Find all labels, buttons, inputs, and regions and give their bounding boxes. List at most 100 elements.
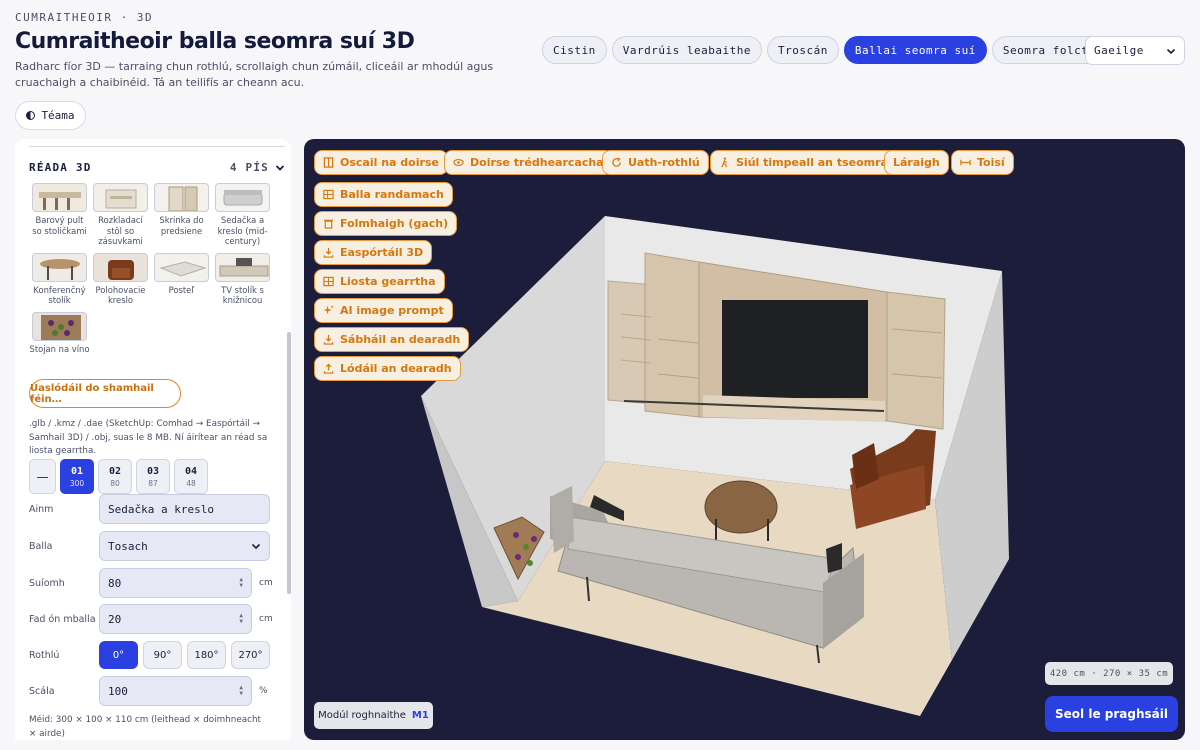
cut-list-button[interactable]: Liosta gearrtha xyxy=(314,269,445,294)
wall-distance-input[interactable]: 20 ▲ ▼ xyxy=(99,604,252,634)
walk-around-label: Siúl timpeall an tseomra xyxy=(736,156,888,169)
table-thumbnail xyxy=(93,183,148,212)
upload-icon xyxy=(323,363,334,374)
ai-prompt-button[interactable]: AI image prompt xyxy=(314,298,453,323)
auto-rotate-label: Uath-rothlú xyxy=(628,156,700,169)
trash-icon xyxy=(323,219,334,229)
wall-distance-unit: cm xyxy=(259,614,273,624)
grid-icon xyxy=(323,276,334,287)
position-row: Suíomh 80 ▲ ▼ cm xyxy=(29,568,279,598)
catalog-grid: Barový pult so stoličkami Rozkladací stô… xyxy=(29,183,273,354)
module-number: 02 xyxy=(108,465,122,477)
sofa-thumbnail xyxy=(215,183,270,212)
load-design-label: Lódáil an dearadh xyxy=(340,362,452,375)
rotation-90-button[interactable]: 90° xyxy=(143,641,182,669)
scale-value: 100 xyxy=(108,684,128,698)
center-button[interactable]: Láraigh xyxy=(884,150,949,175)
name-input[interactable]: Sedačka a kreslo xyxy=(99,494,270,524)
module-button-01[interactable]: 01 300 xyxy=(60,459,94,494)
stepper-icon[interactable]: ▲ ▼ xyxy=(239,577,243,589)
clear-all-button[interactable]: Folmhaigh (gach) xyxy=(314,211,458,236)
chevron-down-icon xyxy=(251,543,261,550)
scale-input[interactable]: 100 ▲ ▼ xyxy=(99,676,252,706)
wine-rack-thumbnail xyxy=(32,311,87,341)
upload-model-button[interactable]: Uaslódáil do shamhail féin… xyxy=(29,379,181,408)
tab-wardrobe[interactable]: Vardrúis leabaithe xyxy=(611,36,762,64)
catalog-item[interactable]: Skrinka do predsiene xyxy=(151,183,212,247)
panel-scrollbar[interactable] xyxy=(287,332,291,594)
module-value: 80 xyxy=(110,478,120,488)
catalog-item-label: Stojan na víno xyxy=(29,343,90,354)
scale-label: Scála xyxy=(29,685,55,697)
selected-module-tag: M1 xyxy=(411,710,429,721)
export-3d-button[interactable]: Easpórtáil 3D xyxy=(314,240,433,265)
catalog-header[interactable]: RÉADA 3D 4 PÍS xyxy=(29,161,285,174)
catalog-count: 4 PÍS xyxy=(229,161,269,174)
catalog-item[interactable]: Rozkladací stôl so zásuvkami xyxy=(90,183,151,247)
page-description: Radharc fíor 3D — tarraing chun rothlú, … xyxy=(15,60,494,89)
auto-rotate-button[interactable]: Uath-rothlú xyxy=(602,150,709,175)
language-select[interactable]: Gaeilge xyxy=(1085,36,1185,65)
module-value: 48 xyxy=(186,478,196,488)
room-tabs: Cistin Vardrúis leabaithe Troscán Ballai… xyxy=(542,36,1114,64)
grid-icon xyxy=(323,189,334,200)
position-label: Suíomh xyxy=(29,577,65,589)
rotation-270-button[interactable]: 270° xyxy=(231,641,270,669)
chevron-down-icon xyxy=(1166,48,1176,54)
catalog-item[interactable]: Sedačka a kreslo (mid-century) xyxy=(212,183,273,247)
tab-kitchen[interactable]: Cistin xyxy=(542,36,607,64)
send-for-pricing-button[interactable]: Seol le praghsáil xyxy=(1045,696,1178,732)
catalog-item-label: Skrinka do predsiene xyxy=(159,215,204,236)
catalog-item[interactable]: TV stolík s knižnicou xyxy=(212,252,273,306)
selected-module-label: Modúl roghnaithe xyxy=(318,710,406,721)
catalog-item-label: Rozkladací stôl so zásuvkami xyxy=(98,215,143,246)
stepper-icon[interactable]: ▲ ▼ xyxy=(239,613,243,625)
save-design-button[interactable]: Sábháil an dearadh xyxy=(314,327,470,352)
dimensions-button[interactable]: Toisí xyxy=(951,150,1014,175)
catalog-item[interactable]: Posteľ xyxy=(151,252,212,306)
wall-value: Tosach xyxy=(108,539,148,553)
walk-around-button[interactable]: Siúl timpeall an tseomra xyxy=(710,150,897,175)
catalog-heading: RÉADA 3D xyxy=(29,161,92,174)
wall-distance-row: Fad ón mballa 20 ▲ ▼ cm xyxy=(29,604,279,634)
module-button-04[interactable]: 04 48 xyxy=(174,459,208,494)
cut-list-label: Liosta gearrtha xyxy=(340,275,436,288)
divider xyxy=(29,146,285,147)
3d-viewport[interactable]: Oscail na doirse Doirse trédhearcacha Ua… xyxy=(304,139,1185,740)
dimensions-icon xyxy=(960,159,971,166)
module-none-button[interactable]: — xyxy=(29,459,56,494)
load-design-button[interactable]: Lódáil an dearadh xyxy=(314,356,461,381)
contrast-icon xyxy=(26,111,36,120)
bar-counter-thumbnail xyxy=(32,183,87,212)
open-doors-button[interactable]: Oscail na doirse xyxy=(314,150,448,175)
catalog-item[interactable]: Konferenčný stolík xyxy=(29,252,90,306)
theme-toggle-button[interactable]: Téama xyxy=(15,101,86,130)
center-label: Láraigh xyxy=(893,156,940,169)
tab-furniture[interactable]: Troscán xyxy=(766,36,839,64)
save-design-label: Sábháil an dearadh xyxy=(340,333,461,346)
open-doors-label: Oscail na doirse xyxy=(340,156,439,169)
rotation-0-button[interactable]: 0° xyxy=(99,641,138,669)
position-input[interactable]: 80 ▲ ▼ xyxy=(99,568,252,598)
wall-select[interactable]: Tosach xyxy=(99,531,270,561)
module-button-02[interactable]: 02 80 xyxy=(98,459,132,494)
position-unit: cm xyxy=(259,578,273,588)
rotation-row: Rothlú 0° 90° 180° 270° xyxy=(29,641,279,669)
module-button-03[interactable]: 03 87 xyxy=(136,459,170,494)
name-row: Ainm Sedačka a kreslo xyxy=(29,494,279,524)
catalog-item[interactable]: Polohovacie kreslo xyxy=(90,252,151,306)
wall-distance-value: 20 xyxy=(108,612,122,626)
tab-living-room-walls[interactable]: Ballai seomra suí xyxy=(843,36,987,64)
scale-row: Scála 100 ▲ ▼ % xyxy=(29,676,279,706)
catalog-item[interactable]: Barový pult so stoličkami xyxy=(29,183,90,247)
stepper-icon[interactable]: ▲ ▼ xyxy=(239,685,243,697)
transparent-doors-button[interactable]: Doirse trédhearcacha xyxy=(444,150,613,175)
transparent-doors-label: Doirse trédhearcacha xyxy=(470,156,604,169)
objects-panel: RÉADA 3D 4 PÍS Barový pult so stoličkami… xyxy=(15,139,291,740)
rotation-180-button[interactable]: 180° xyxy=(187,641,226,669)
module-value: 87 xyxy=(148,478,158,488)
page-title: Cumraitheoir balla seomra suí 3D xyxy=(15,29,415,54)
catalog-item[interactable]: Stojan na víno xyxy=(29,311,90,355)
random-wall-button[interactable]: Balla randamach xyxy=(314,182,453,207)
ai-prompt-label: AI image prompt xyxy=(340,304,444,317)
